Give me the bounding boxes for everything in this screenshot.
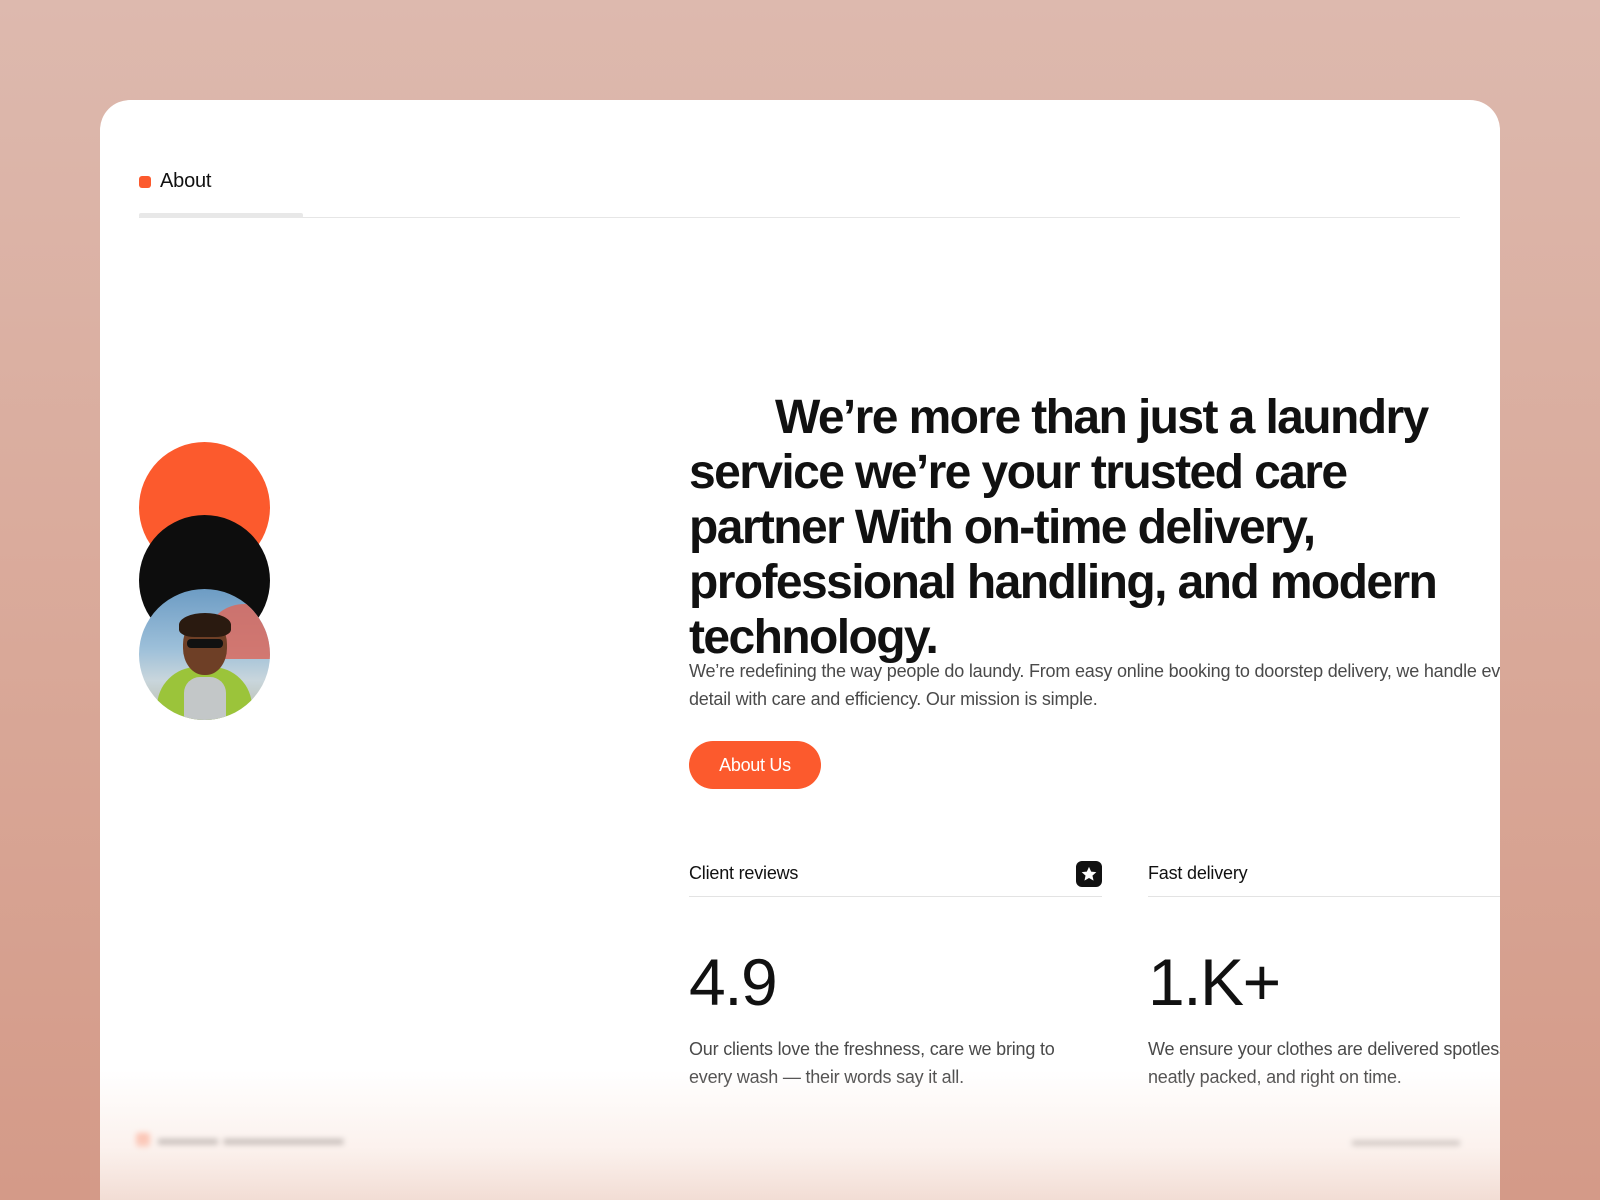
star-icon — [1076, 860, 1102, 887]
blurred-text-placeholder: ▬▬▬ ▬▬▬▬▬▬ — [158, 1128, 344, 1150]
stat-value: 1.K+ — [1148, 945, 1281, 1019]
section-marker-icon — [139, 175, 151, 188]
stat-description: We ensure your clothes are delivered spo… — [1148, 1039, 1500, 1087]
stat-description: Our clients love the freshness, care we … — [689, 1039, 1055, 1087]
blurred-marker-icon — [136, 1132, 150, 1147]
stat-header: Fast delivery — [1148, 857, 1500, 897]
stat-label: Fast delivery — [1148, 863, 1248, 883]
next-section-preview-right: ▬▬▬▬▬▬ — [1352, 1130, 1460, 1150]
photo-shirt — [184, 677, 226, 720]
about-card: About We’re more than just a laundry ser… — [100, 100, 1500, 1200]
avatar-stack — [139, 442, 270, 722]
person-photo — [139, 589, 270, 720]
section-tab-about[interactable]: About — [139, 170, 211, 193]
photo-sunglasses — [187, 639, 223, 648]
section-tab-indicator — [139, 213, 303, 218]
about-us-button[interactable]: About Us — [689, 741, 821, 789]
stat-header: Client reviews — [689, 857, 1102, 897]
stat-client-reviews: Client reviews 4.9 Our clients love the … — [689, 857, 1102, 1091]
stat-label: Client reviews — [689, 863, 799, 883]
section-tab-label: About — [160, 170, 212, 192]
photo-hair — [179, 613, 231, 637]
section-divider — [139, 217, 1460, 218]
stat-value: 4.9 — [689, 945, 778, 1019]
hero-intro: We’re redefining the way people do laund… — [689, 661, 1500, 709]
stat-fast-delivery: Fast delivery 1.K+ We ensure your clothe… — [1148, 857, 1500, 1091]
next-section-preview: ▬▬▬ ▬▬▬▬▬▬ — [136, 1128, 344, 1151]
hero-headline: We’re more than just a laundry service w… — [689, 391, 1438, 664]
